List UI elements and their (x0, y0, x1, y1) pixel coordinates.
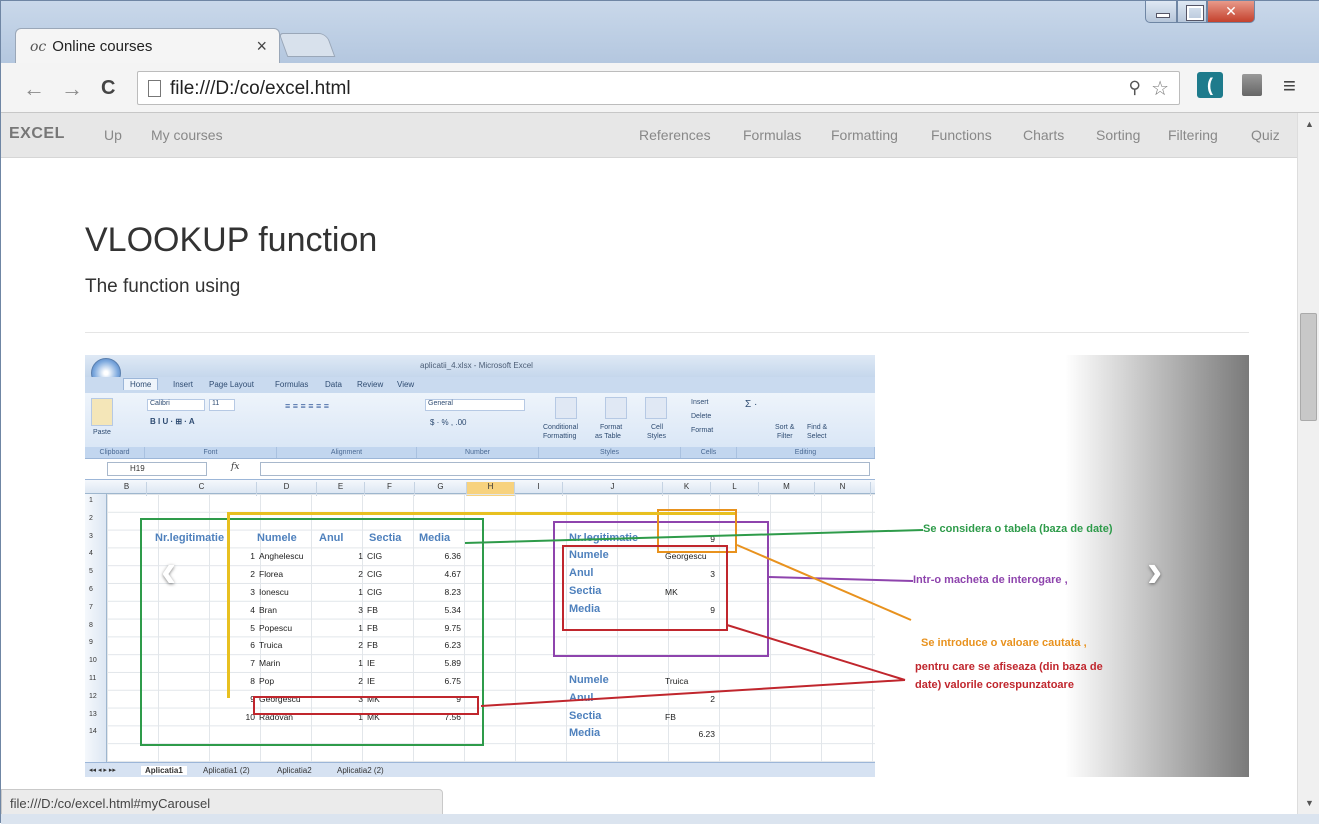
annotation-result-1: pentru care se afiseaza (din baza de (915, 661, 1103, 673)
favicon-icon: oc (30, 38, 47, 55)
star-icon[interactable]: ☆ (1151, 76, 1169, 101)
page-icon (148, 80, 161, 97)
orange-line (736, 544, 912, 621)
reload-button[interactable]: C (101, 77, 115, 100)
url-text[interactable]: file:///D:/co/excel.html (170, 78, 351, 100)
extension-icon[interactable]: ( (1197, 72, 1223, 98)
annotation-result-2: date) valorile corespunzatoare (915, 679, 1074, 691)
nav-link-up[interactable]: Up (104, 127, 122, 143)
annotation-search-value: Se introduce o valoare cautata , (921, 637, 1087, 649)
back-button[interactable]: ← (23, 76, 45, 102)
annotation-database: Se considera o tabela (baza de date) (923, 523, 1113, 535)
nav-link-filtering[interactable]: Filtering (1168, 127, 1218, 143)
address-bar[interactable]: file:///D:/co/excel.html ⚲ ☆ (137, 71, 1180, 105)
scroll-down-icon[interactable]: ▼ (1305, 798, 1314, 808)
new-tab-button[interactable] (278, 33, 336, 57)
scroll-up-icon[interactable]: ▲ (1305, 119, 1314, 129)
navbar-brand[interactable]: EXCEL (9, 125, 65, 143)
nav-link-formatting[interactable]: Formatting (831, 127, 898, 143)
nav-link-charts[interactable]: Charts (1023, 127, 1064, 143)
purple-line (768, 576, 914, 582)
red-line (726, 624, 906, 681)
title-bar: oc Online courses × ✕ (1, 1, 1319, 64)
site-navbar: EXCEL Up My courses References Formulas … (1, 113, 1297, 158)
status-bar: file:///D:/co/excel.html#myCarousel (1, 789, 443, 816)
page-title: VLOOKUP function (85, 221, 378, 259)
browser-tab[interactable]: oc Online courses × (15, 28, 280, 64)
annotation-lines (464, 529, 924, 707)
close-tab-icon[interactable]: × (256, 36, 267, 57)
zoom-icon[interactable]: ⚲ (1129, 78, 1141, 98)
menu-icon[interactable]: ≡ (1283, 73, 1296, 99)
nav-link-references[interactable]: References (639, 127, 711, 143)
page-subtitle: The function using (85, 276, 241, 297)
nav-link-my-courses[interactable]: My courses (151, 127, 223, 143)
image-carousel: aplicatii_4.xlsx - Microsoft Excel Home … (85, 355, 1249, 777)
tab-title: Online courses (52, 38, 153, 55)
page-scrollbar[interactable]: ▲ ▼ (1297, 113, 1319, 814)
green-line (464, 529, 924, 544)
browser-window: oc Online courses × ✕ ← → C file:///D:/c… (0, 0, 1319, 824)
minimize-button[interactable] (1145, 1, 1177, 23)
nav-link-formulas[interactable]: Formulas (743, 127, 801, 143)
extension-icon[interactable] (1242, 74, 1262, 96)
nav-link-sorting[interactable]: Sorting (1096, 127, 1140, 143)
close-window-button[interactable]: ✕ (1207, 1, 1255, 23)
divider (85, 332, 1249, 333)
browser-toolbar: ← → C file:///D:/co/excel.html ⚲ ☆ (1, 63, 1319, 113)
scroll-thumb[interactable] (1300, 313, 1317, 421)
page-viewport: EXCEL Up My courses References Formulas … (1, 113, 1297, 814)
nav-link-quiz[interactable]: Quiz (1251, 127, 1280, 143)
maximize-button[interactable] (1177, 1, 1207, 23)
forward-button[interactable]: → (61, 76, 83, 102)
nav-link-functions[interactable]: Functions (931, 127, 992, 143)
red-line (480, 679, 906, 707)
annotation-query-form: Intr-o macheta de interogare , (913, 574, 1068, 586)
